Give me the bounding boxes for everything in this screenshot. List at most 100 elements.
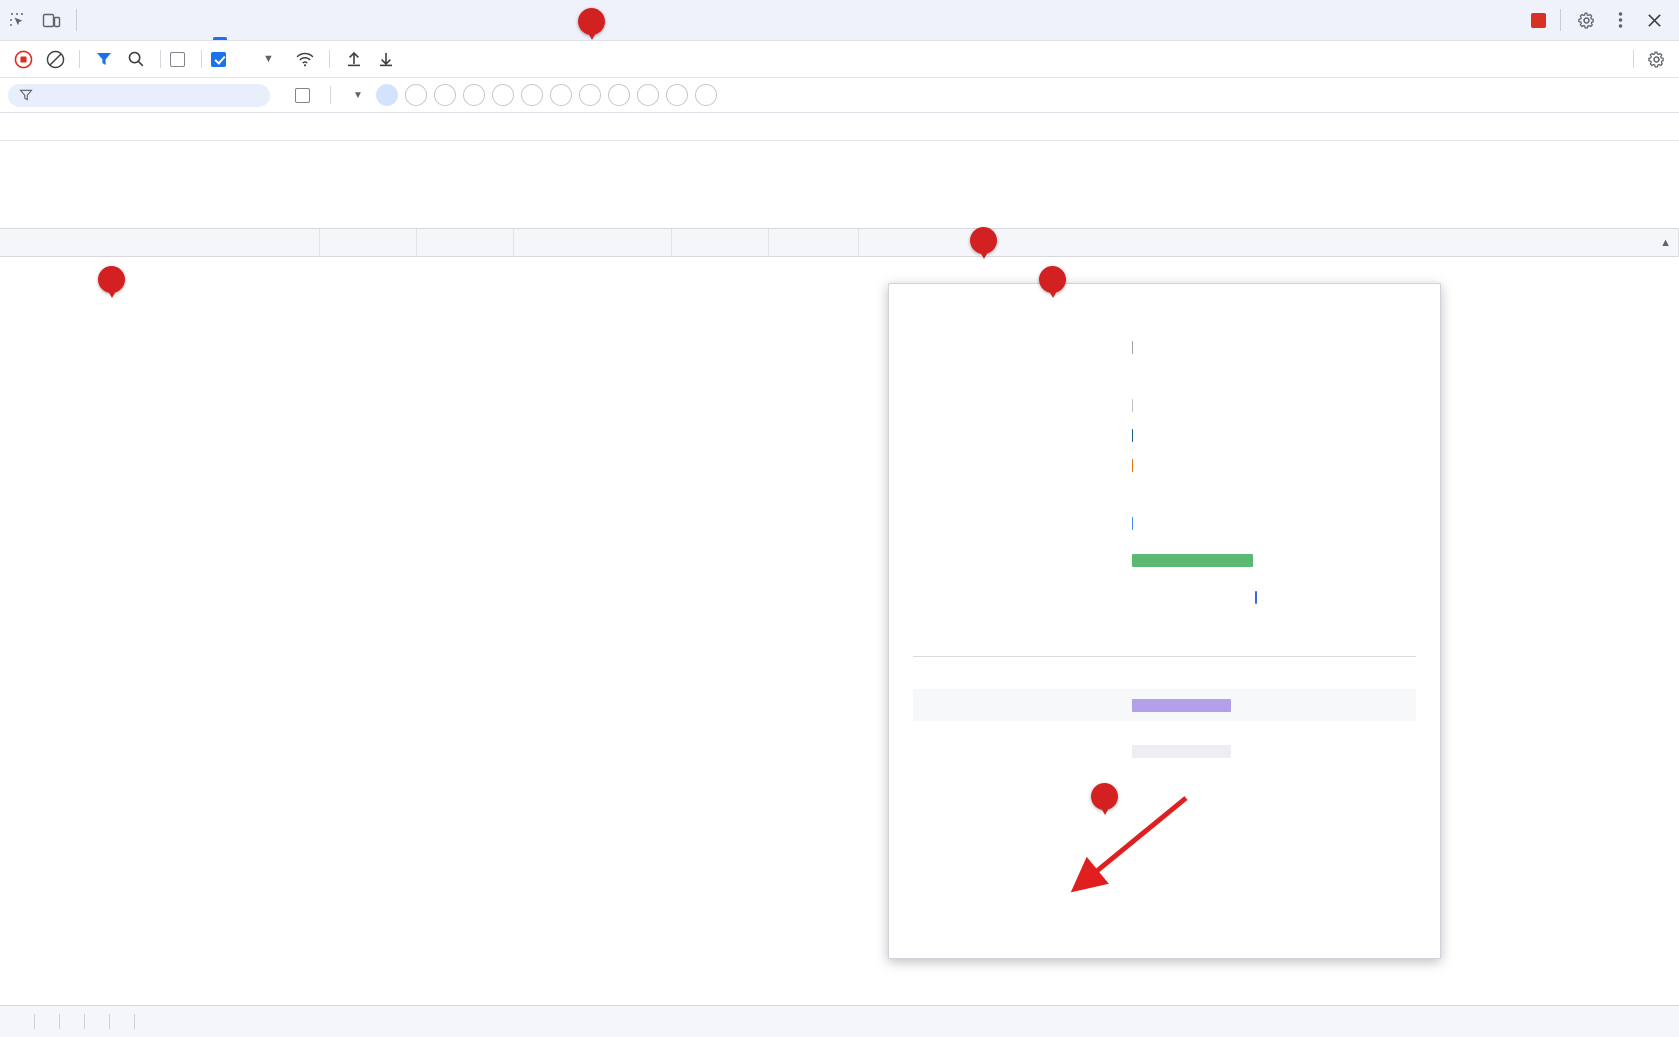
chip-font[interactable] bbox=[520, 84, 543, 106]
disable-cache-checkbox[interactable] bbox=[211, 51, 233, 67]
network-overview[interactable] bbox=[0, 113, 1679, 229]
server-timing-bar bbox=[1131, 699, 1232, 712]
status-divider-5 bbox=[134, 1014, 135, 1029]
timing-row bbox=[913, 508, 1416, 538]
record-stop-icon[interactable] bbox=[8, 45, 38, 73]
status-divider-4 bbox=[109, 1014, 110, 1029]
tab-elements[interactable] bbox=[85, 0, 115, 40]
close-icon[interactable] bbox=[1637, 6, 1671, 34]
error-count-badge[interactable] bbox=[1531, 12, 1552, 28]
status-divider-1 bbox=[34, 1014, 35, 1029]
toolbar-divider-4 bbox=[328, 50, 330, 68]
timing-track bbox=[1128, 427, 1312, 443]
status-divider-2 bbox=[59, 1014, 60, 1029]
chevron-down-icon: ▼ bbox=[353, 89, 363, 101]
total-response-track bbox=[1128, 743, 1312, 759]
popup-divider bbox=[913, 656, 1416, 657]
timing-track bbox=[1128, 397, 1312, 413]
filter-icon bbox=[19, 89, 33, 101]
timing-bar bbox=[1131, 399, 1133, 412]
chip-ws[interactable] bbox=[636, 84, 659, 106]
devtools-window: ▼ ▼ ▲ bbox=[0, 0, 1679, 1037]
table-header: ▲ bbox=[0, 228, 1679, 257]
chip-all[interactable] bbox=[375, 84, 398, 106]
export-har-icon[interactable] bbox=[371, 45, 401, 73]
column-header-time[interactable] bbox=[769, 228, 859, 257]
annotation-badge-5 bbox=[1091, 783, 1118, 815]
timing-row bbox=[913, 332, 1416, 362]
chip-fetch-xhr[interactable] bbox=[404, 84, 427, 106]
timing-row bbox=[913, 582, 1416, 612]
annotation-badge-4 bbox=[1039, 266, 1066, 298]
more-filters-dropdown[interactable]: ▼ bbox=[345, 90, 363, 101]
search-input[interactable] bbox=[8, 83, 270, 107]
column-header-status[interactable] bbox=[320, 228, 417, 257]
type-filter-chips bbox=[375, 84, 717, 106]
tab-network[interactable] bbox=[205, 0, 235, 40]
chip-manifest[interactable] bbox=[607, 84, 630, 106]
search-icon[interactable] bbox=[121, 45, 151, 73]
server-timing-row bbox=[913, 689, 1416, 721]
gear-icon[interactable] bbox=[1569, 6, 1603, 34]
chip-other[interactable] bbox=[694, 84, 717, 106]
timing-bar bbox=[1254, 591, 1257, 604]
timing-bar bbox=[1131, 459, 1134, 472]
disable-cache-box bbox=[211, 51, 226, 67]
settings-gear-icon[interactable] bbox=[1641, 45, 1671, 73]
annotation-badge-2 bbox=[98, 266, 125, 298]
kebab-menu-icon[interactable] bbox=[1603, 6, 1637, 34]
network-conditions-icon[interactable] bbox=[290, 45, 320, 73]
tab-recorder[interactable] bbox=[385, 0, 415, 40]
network-status-bar bbox=[0, 1005, 1679, 1037]
column-header-name[interactable] bbox=[0, 228, 320, 257]
tab-security[interactable] bbox=[325, 0, 355, 40]
tab-application[interactable] bbox=[295, 0, 325, 40]
column-header-size[interactable] bbox=[672, 228, 769, 257]
chip-css[interactable] bbox=[462, 84, 485, 106]
chevron-down-icon[interactable]: ▼ bbox=[263, 53, 274, 65]
chip-wasm[interactable] bbox=[665, 84, 688, 106]
chip-img[interactable] bbox=[549, 84, 572, 106]
toolbar-right bbox=[1626, 45, 1679, 73]
timing-track bbox=[1128, 589, 1312, 605]
chip-doc[interactable] bbox=[433, 84, 456, 106]
toolbar-divider-1 bbox=[79, 50, 80, 68]
column-header-type[interactable] bbox=[417, 228, 514, 257]
clear-icon[interactable] bbox=[40, 45, 70, 73]
timing-row bbox=[913, 450, 1416, 480]
inspect-icon[interactable] bbox=[0, 6, 34, 34]
annotation-badge-3 bbox=[970, 227, 997, 259]
toolbar-divider-3 bbox=[201, 50, 202, 68]
invert-checkbox[interactable] bbox=[295, 87, 317, 103]
network-toolbar: ▼ bbox=[0, 41, 1679, 78]
annotation-badge-1 bbox=[578, 8, 605, 40]
overview-bars bbox=[0, 141, 1679, 228]
preserve-log-checkbox[interactable] bbox=[170, 51, 192, 67]
invert-box bbox=[295, 87, 310, 103]
tabbar-divider bbox=[76, 9, 77, 31]
filter-funnel-icon[interactable] bbox=[89, 45, 119, 73]
tab-console[interactable] bbox=[145, 0, 175, 40]
tabbar-divider-2 bbox=[1560, 9, 1561, 31]
tabbar-right-controls bbox=[1531, 6, 1679, 34]
device-toolbar-icon[interactable] bbox=[34, 6, 68, 34]
preserve-log-box bbox=[170, 51, 185, 67]
tab-memory[interactable] bbox=[265, 0, 295, 40]
timing-row bbox=[913, 420, 1416, 450]
tab-lighthouse[interactable] bbox=[355, 0, 385, 40]
total-response-bar bbox=[1131, 745, 1232, 758]
overview-ruler bbox=[0, 113, 1679, 141]
timing-bar bbox=[1131, 517, 1134, 530]
devtools-tabbar bbox=[0, 0, 1679, 41]
import-har-icon[interactable] bbox=[339, 45, 369, 73]
tab-angular[interactable] bbox=[115, 0, 145, 40]
chip-media[interactable] bbox=[578, 84, 601, 106]
chip-js[interactable] bbox=[491, 84, 514, 106]
tab-performance[interactable] bbox=[235, 0, 265, 40]
timing-track bbox=[1128, 457, 1312, 473]
tab-sources[interactable] bbox=[175, 0, 205, 40]
column-header-initiator[interactable] bbox=[514, 228, 672, 257]
toolbar-divider-2 bbox=[160, 50, 161, 68]
sort-ascending-icon[interactable]: ▲ bbox=[1660, 237, 1671, 249]
timing-track bbox=[1128, 515, 1312, 531]
